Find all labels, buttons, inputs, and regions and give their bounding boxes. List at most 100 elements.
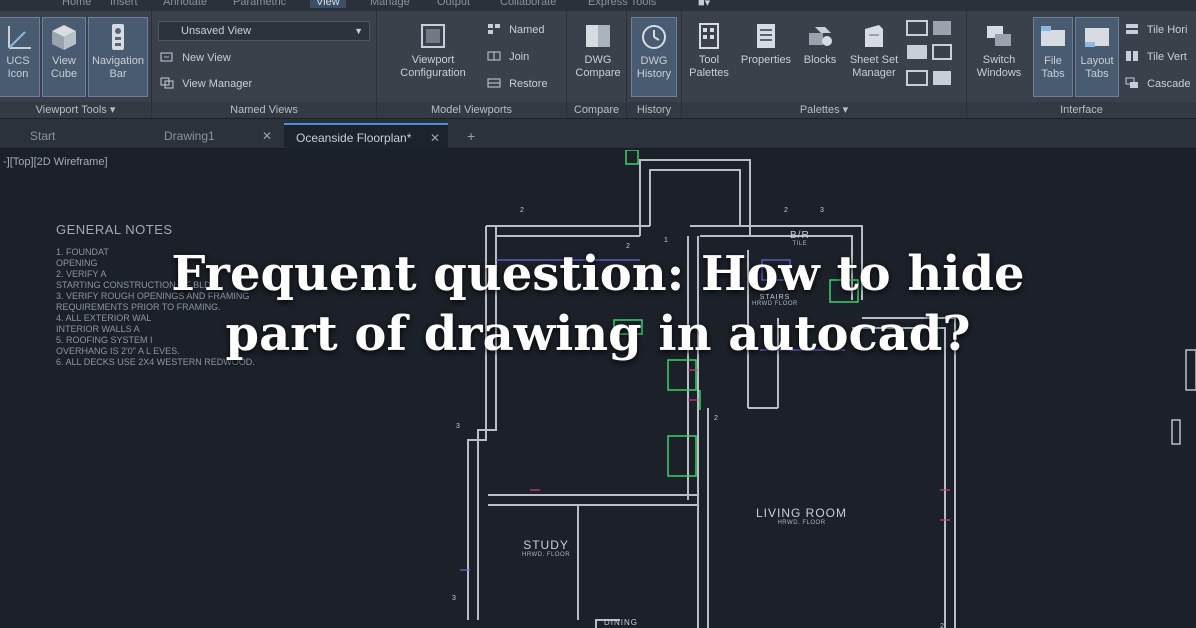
tab-annotate[interactable]: Annotate bbox=[163, 0, 207, 8]
panel-compare: DWG Compare Compare bbox=[567, 11, 627, 118]
sheet-set-manager-label-1: Sheet Set bbox=[849, 54, 899, 66]
chevron-down-icon: ▼ bbox=[354, 26, 363, 36]
panel-history: DWG History History bbox=[627, 11, 682, 118]
blocks-button[interactable]: Blocks bbox=[798, 17, 842, 97]
svg-text:2: 2 bbox=[714, 415, 718, 422]
tab-view[interactable]: View bbox=[310, 0, 346, 8]
tile-horizontal-label: Tile Hori bbox=[1146, 24, 1188, 36]
navigation-bar-button[interactable]: Navigation Bar bbox=[88, 17, 148, 97]
named-view-dropdown[interactable]: Unsaved View ▼ bbox=[158, 21, 370, 41]
restore-viewports-button[interactable]: Restore bbox=[487, 75, 548, 93]
view-cube-icon bbox=[52, 25, 76, 50]
panel-title-viewport-tools[interactable]: Viewport Tools ▾ bbox=[0, 102, 151, 118]
dwg-history-icon bbox=[642, 25, 666, 49]
autocad-window: Home Insert Annotate Parametric View Man… bbox=[0, 0, 1196, 628]
new-tab-plus-icon[interactable]: + bbox=[461, 123, 481, 149]
tile-vertically-button[interactable]: Tile Vert bbox=[1125, 48, 1187, 66]
view-manager-icon bbox=[160, 77, 174, 89]
ucs-label-2: Icon bbox=[7, 68, 29, 80]
layout-tabs-button[interactable]: Layout Tabs bbox=[1075, 17, 1119, 97]
tab-parametric[interactable]: Parametric bbox=[233, 0, 286, 8]
tool-palettes-button[interactable]: Tool Palettes bbox=[686, 17, 732, 97]
join-viewports-button[interactable]: Join bbox=[487, 48, 529, 66]
study-name: STUDY bbox=[523, 538, 569, 552]
ribbon: UCS Icon View Cube Navigation Bar Viewpo… bbox=[0, 11, 1196, 118]
svg-text:3: 3 bbox=[820, 207, 824, 214]
doc-tab-start-label: Start bbox=[30, 129, 56, 143]
study-floor: HRWD. FLOOR bbox=[522, 552, 571, 558]
doc-tab-oceanside-label: Oceanside Floorplan* bbox=[296, 131, 412, 145]
room-label-study: STUDY HRWD. FLOOR bbox=[522, 538, 570, 558]
panel-title-model-viewports: Model Viewports bbox=[377, 102, 566, 118]
viewport-configuration-label-2: Configuration bbox=[400, 67, 466, 79]
cad-magenta-elements bbox=[530, 369, 950, 521]
dwg-history-button[interactable]: DWG History bbox=[631, 17, 677, 97]
svg-text:2: 2 bbox=[520, 207, 524, 214]
sheet-set-manager-button[interactable]: Sheet Set Manager bbox=[844, 17, 904, 97]
switch-windows-label-1: Switch bbox=[982, 54, 1016, 66]
view-cube-button[interactable]: View Cube bbox=[42, 17, 86, 97]
file-tabs-icon bbox=[1041, 26, 1065, 46]
new-view-button[interactable]: New View bbox=[160, 49, 231, 67]
tab-output[interactable]: Output bbox=[437, 0, 470, 8]
named-viewports-button[interactable]: Named bbox=[487, 21, 545, 39]
layout-tabs-label-2: Tabs bbox=[1085, 68, 1109, 80]
new-view-label: New View bbox=[182, 52, 231, 64]
file-tabs-label-2: Tabs bbox=[1041, 68, 1065, 80]
cascade-label: Cascade bbox=[1147, 78, 1191, 90]
panel-title-named-views: Named Views bbox=[152, 102, 376, 118]
tile-vertical-icon bbox=[1126, 51, 1138, 61]
dwg-compare-button[interactable]: DWG Compare bbox=[573, 17, 623, 97]
doc-tab-start[interactable]: Start bbox=[18, 123, 148, 149]
ucs-icon-button[interactable]: UCS Icon bbox=[0, 17, 40, 97]
cascade-button[interactable]: Cascade bbox=[1125, 75, 1190, 93]
dwg-compare-icon bbox=[586, 25, 610, 47]
panel-title-compare: Compare bbox=[567, 102, 626, 118]
sheet-set-manager-icon bbox=[865, 25, 883, 47]
restore-icon bbox=[487, 78, 501, 88]
file-tabs-button[interactable]: File Tabs bbox=[1033, 17, 1073, 97]
living-room-floor: HRWD. FLOOR bbox=[777, 520, 826, 526]
blocks-icon bbox=[809, 27, 832, 46]
doc-tab-drawing1[interactable]: Drawing1 ✕ bbox=[152, 123, 280, 149]
tab-insert[interactable]: Insert bbox=[110, 0, 138, 8]
view-manager-button[interactable]: View Manager bbox=[160, 75, 252, 93]
tab-collaborate[interactable]: Collaborate bbox=[500, 0, 556, 8]
room-label-living: LIVING ROOM HRWD. FLOOR bbox=[756, 506, 847, 526]
svg-text:3: 3 bbox=[452, 595, 456, 602]
panel-model-viewports: Viewport Configuration Named Join Restor… bbox=[377, 11, 567, 118]
tile-horizontally-button[interactable]: Tile Hori bbox=[1125, 21, 1187, 39]
properties-label: Properties bbox=[740, 54, 792, 66]
viewport-configuration-button[interactable]: Viewport Configuration bbox=[393, 17, 473, 97]
workspace-icon[interactable]: ■▾ bbox=[698, 0, 710, 9]
general-notes-heading: GENERAL NOTES bbox=[56, 222, 173, 237]
restore-label: Restore bbox=[509, 78, 548, 90]
close-icon[interactable]: ✕ bbox=[262, 123, 272, 149]
close-icon[interactable]: ✕ bbox=[430, 125, 440, 151]
switch-windows-label-2: Windows bbox=[976, 67, 1022, 79]
switch-windows-button[interactable]: Switch Windows bbox=[971, 17, 1027, 97]
ucs-label-1: UCS bbox=[6, 55, 30, 67]
tab-manage[interactable]: Manage bbox=[370, 0, 410, 8]
named-viewports-label: Named bbox=[509, 24, 545, 36]
palette-small-icons[interactable] bbox=[905, 17, 957, 97]
tab-express-tools[interactable]: Express Tools bbox=[588, 0, 656, 8]
panel-title-palettes[interactable]: Palettes ▾ bbox=[682, 102, 966, 118]
properties-button[interactable]: Properties bbox=[738, 17, 794, 97]
living-room-name: LIVING ROOM bbox=[756, 506, 848, 520]
blocks-label: Blocks bbox=[803, 54, 837, 66]
view-manager-label: View Manager bbox=[182, 78, 253, 90]
svg-text:2: 2 bbox=[784, 207, 788, 214]
layout-tabs-icon bbox=[1085, 28, 1109, 47]
tab-home[interactable]: Home bbox=[62, 0, 91, 8]
named-viewports-icon bbox=[488, 24, 500, 34]
doc-tab-oceanside[interactable]: Oceanside Floorplan* ✕ bbox=[284, 123, 448, 149]
right-edge-fixtures bbox=[1171, 349, 1196, 445]
sheet-set-manager-label-2: Manager bbox=[852, 67, 896, 79]
dwg-compare-label-2: Compare bbox=[575, 67, 621, 79]
viewport-tools-title: Viewport Tools bbox=[35, 104, 107, 116]
room-label-dining: DINING bbox=[604, 618, 638, 627]
viewport-configuration-label-1: Viewport bbox=[411, 54, 455, 66]
drawing-canvas[interactable]: -][Top][2D Wireframe] 2 2 1 3 2 3 3 2 2 … bbox=[0, 150, 1196, 628]
panel-title-interface: Interface bbox=[967, 102, 1196, 118]
